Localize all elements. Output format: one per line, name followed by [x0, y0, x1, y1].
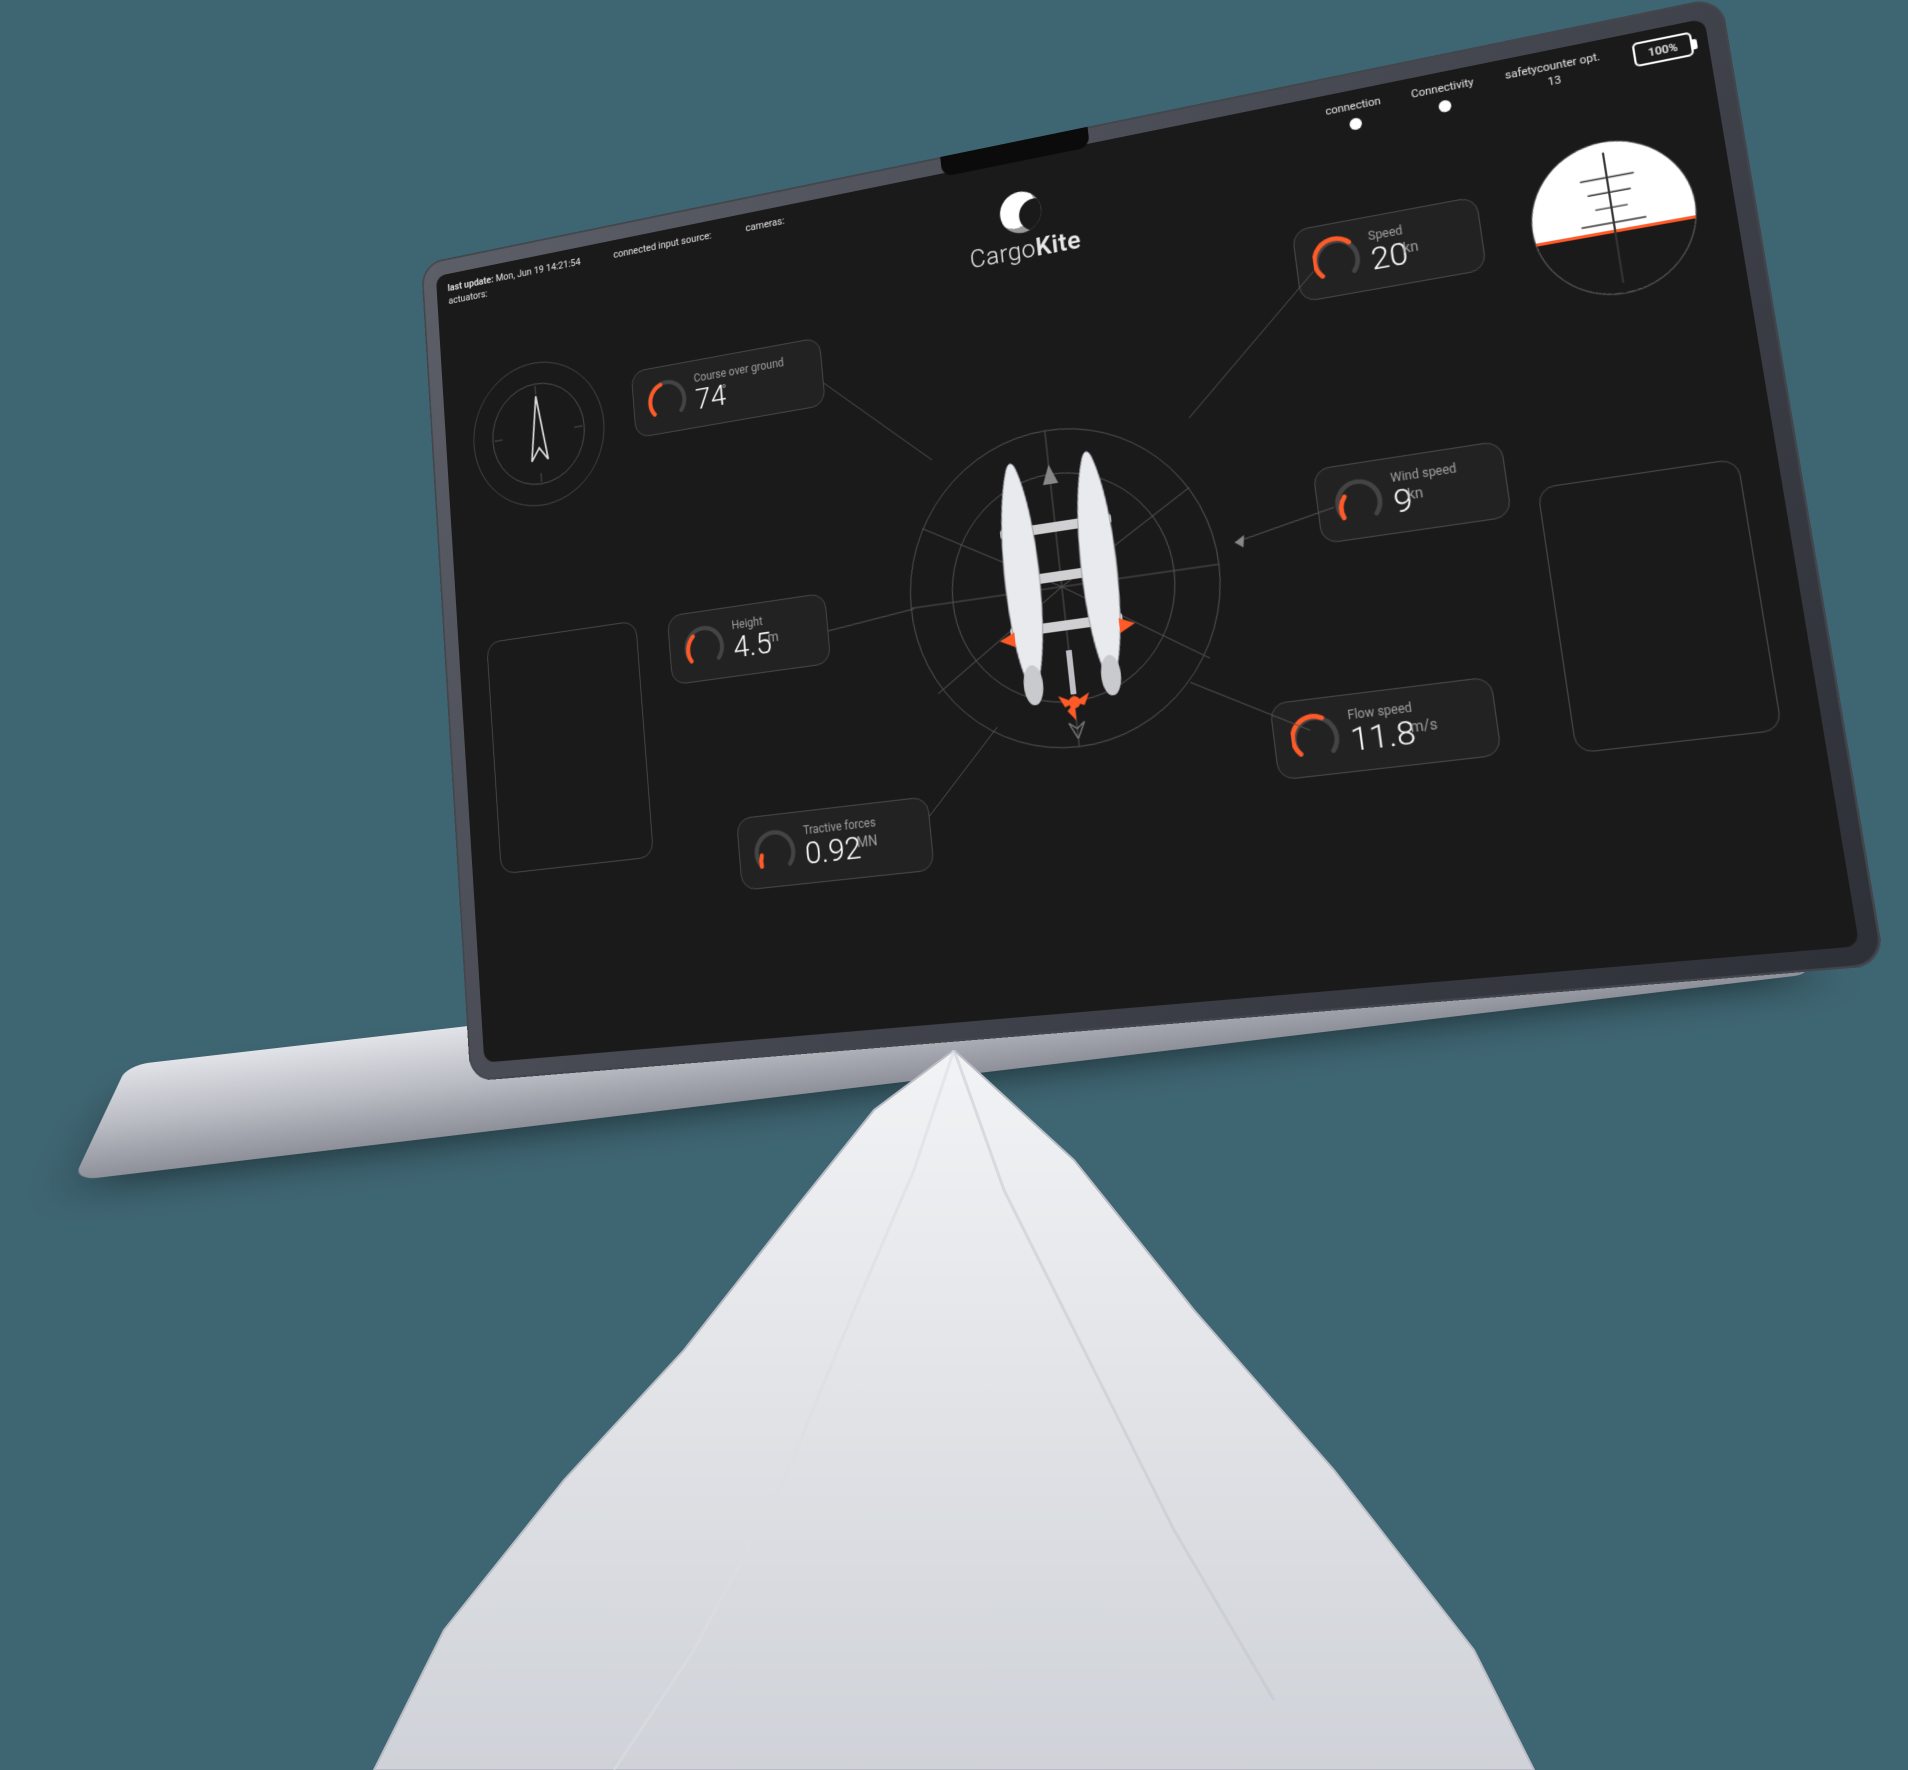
gauge-unit: m: [767, 629, 779, 646]
left-reserved-panel: [486, 620, 654, 874]
gauge-unit: MN: [856, 833, 878, 851]
laptop-lid: last update: Mon, Jun 19 14:21:54 actuat…: [421, 0, 1885, 1081]
gauge-arc-icon: [682, 620, 726, 669]
brand-name: CargoKite: [969, 226, 1083, 275]
gauge-value: 0.92: [804, 831, 863, 869]
brand-logo-icon: [998, 188, 1043, 237]
gauge-value: 20: [1369, 237, 1410, 275]
status-bar: last update: Mon, Jun 19 14:21:54 actuat…: [447, 32, 1695, 310]
gauge-speed: Speed 20 kn: [1291, 196, 1487, 303]
gauge-tractive-forces: Tractive forces 0.92 MN: [736, 796, 935, 891]
gauge-arc-icon: [1331, 473, 1385, 527]
rock-pedestal: [354, 1050, 1554, 1770]
stage: last update: Mon, Jun 19 14:21:54 actuat…: [0, 0, 1908, 1734]
cameras-label: cameras:: [745, 215, 786, 249]
heading-tail-icon: [1068, 719, 1088, 739]
attitude-indicator: [1521, 126, 1709, 308]
connector-lines: [436, 18, 1860, 1062]
connectivity-status: Connectivity: [1410, 76, 1477, 118]
connection-label: connection: [1325, 94, 1382, 118]
battery-indicator: 100%: [1631, 32, 1694, 68]
gauge-arc-icon: [1310, 231, 1363, 285]
battery-value: 100%: [1647, 40, 1679, 59]
gauge-arc-icon: [752, 825, 797, 875]
connectivity-label: Connectivity: [1410, 76, 1474, 101]
input-source-label: connected input source:: [613, 229, 713, 275]
gauge-flow-speed: Flow speed 11.8 m/s: [1269, 676, 1502, 780]
gauge-value: 9: [1391, 482, 1414, 518]
gauge-unit: °: [722, 383, 728, 398]
gauge-label: Wind speed: [1390, 461, 1458, 485]
gauge-arc-icon: [1288, 709, 1342, 763]
gauge-unit: m/s: [1409, 716, 1438, 736]
connectivity-indicator-icon: [1438, 99, 1452, 113]
safety-value: 13: [1547, 73, 1562, 88]
safety-label: safetycounter opt.: [1504, 50, 1601, 82]
attitude-grid-icon: [1522, 127, 1707, 306]
vessel-icon: [954, 438, 1177, 742]
gauge-height: Height 4.5 m: [667, 593, 831, 686]
gauge-label: Speed: [1367, 223, 1403, 243]
status-update-block: last update: Mon, Jun 19 14:21:54 actuat…: [447, 256, 582, 308]
dashboard-screen: last update: Mon, Jun 19 14:21:54 actuat…: [436, 18, 1860, 1062]
connection-status: connection: [1325, 94, 1384, 135]
connection-indicator-icon: [1348, 117, 1362, 131]
gauge-unit: kn: [1406, 485, 1424, 504]
vessel-radar: [886, 394, 1250, 776]
safety-counter: safetycounter opt. 13: [1504, 50, 1603, 98]
gauge-arc-icon: [646, 374, 688, 423]
gauge-course-over-ground: Course over ground 74 °: [631, 337, 826, 438]
compass-gauge: [469, 351, 609, 517]
gauge-unit: kn: [1402, 238, 1420, 257]
gauge-value: 11.8: [1348, 715, 1417, 756]
gauge-wind-speed: Wind speed 9 kn: [1312, 440, 1512, 544]
compass-icon: [486, 371, 591, 495]
right-reserved-panel: [1537, 458, 1783, 753]
gauge-label: Flow speed: [1347, 700, 1413, 722]
